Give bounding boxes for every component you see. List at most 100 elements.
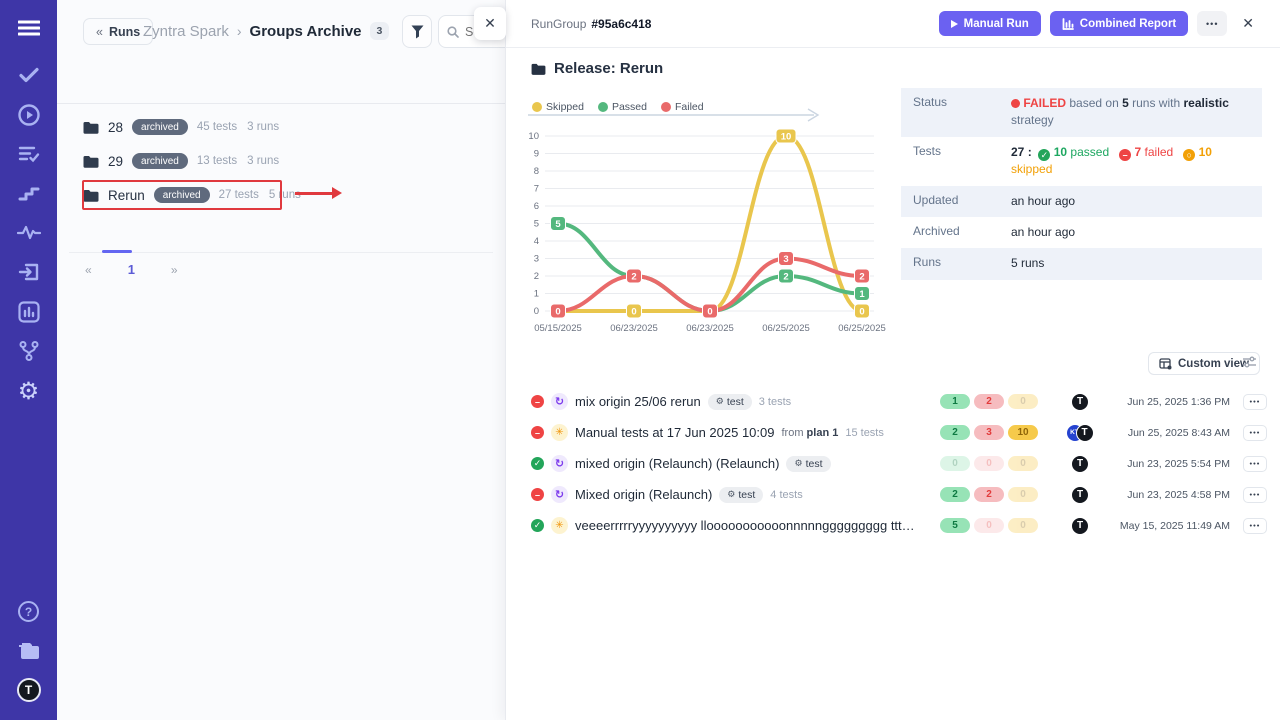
check-icon[interactable] xyxy=(0,63,57,87)
detail-header: RunGroup #95a6c418 Manual Run Combined R… xyxy=(506,0,1280,48)
menu-icon[interactable] xyxy=(0,14,57,42)
manual-run-label: Manual Run xyxy=(964,18,1029,30)
runs-label: Runs xyxy=(901,248,1011,279)
run-title[interactable]: veeeerrrrryyyyyyyyyy llooooooooooonnnnng… xyxy=(575,518,915,533)
updated-value: an hour ago xyxy=(1011,186,1262,217)
more-actions-button[interactable]: ••• xyxy=(1197,11,1227,36)
run-menu-button[interactable]: ••• xyxy=(1243,394,1267,410)
breadcrumb-project[interactable]: Zyntra Spark xyxy=(143,23,229,40)
group-name: 28 xyxy=(108,120,123,135)
header-divider xyxy=(57,103,505,104)
svg-text:3: 3 xyxy=(783,254,788,265)
passed-count-badge: 1 xyxy=(940,394,970,409)
svg-text:2: 2 xyxy=(534,271,539,282)
run-title[interactable]: mix origin 25/06 rerun xyxy=(575,394,701,409)
run-row-1[interactable]: – ↻ mix origin 25/06 rerun ⚙test 3 tests… xyxy=(531,386,1267,417)
dots-icon: ••• xyxy=(1250,521,1261,530)
svg-text:2: 2 xyxy=(859,272,864,283)
failed-count-badge: 3 xyxy=(974,425,1004,440)
run-row-2[interactable]: – ✳ Manual tests at 17 Jun 2025 10:09 fr… xyxy=(531,417,1267,448)
combined-report-button[interactable]: Combined Report xyxy=(1050,11,1188,36)
dots-icon: ••• xyxy=(1250,397,1261,406)
run-tag-test[interactable]: ⚙test xyxy=(708,394,752,410)
table-view-icon xyxy=(1159,358,1172,370)
info-row-runs: Runs 5 runs xyxy=(901,248,1262,279)
run-tag-test[interactable]: ⚙test xyxy=(719,487,763,503)
run-avatars: KTT xyxy=(1049,424,1111,442)
run-tests-count: 4 tests xyxy=(770,489,802,501)
group-tests-count: 27 tests xyxy=(219,189,259,201)
run-failed-icon: – xyxy=(531,395,544,408)
list-check-icon[interactable] xyxy=(0,142,57,166)
svg-text:0: 0 xyxy=(631,307,636,318)
combined-report-label: Combined Report xyxy=(1080,18,1176,30)
run-avatars: T xyxy=(1049,486,1111,504)
avatar: T xyxy=(1071,517,1089,535)
runs-trend-chart: Skipped Passed Failed 01234567891005/15/… xyxy=(518,96,906,346)
passed-check-icon: ✓ xyxy=(1038,149,1050,161)
archived-badge: archived xyxy=(132,153,188,169)
svg-text:8: 8 xyxy=(534,166,539,177)
play-circle-icon[interactable] xyxy=(0,102,57,128)
pagination-prev-button[interactable]: « xyxy=(79,261,98,279)
run-title[interactable]: Mixed origin (Relaunch) xyxy=(575,487,712,502)
failed-minus-icon: – xyxy=(1119,149,1131,161)
svg-text:06/23/2025: 06/23/2025 xyxy=(610,323,658,334)
avatar: T xyxy=(1071,393,1089,411)
release-title: Release: Rerun xyxy=(531,60,663,77)
run-from-plan[interactable]: from plan 1 xyxy=(781,427,838,439)
skipped-circle-icon: ○ xyxy=(1183,149,1195,161)
manual-run-button[interactable]: Manual Run xyxy=(939,11,1041,36)
bar-chart-icon[interactable] xyxy=(0,299,57,325)
svg-text:05/15/2025: 05/15/2025 xyxy=(534,323,582,334)
view-settings-button[interactable] xyxy=(1242,355,1257,374)
info-row-status: Status FAILED based on 5 runs with reali… xyxy=(901,88,1262,137)
run-passed-icon: ✓ xyxy=(531,519,544,532)
legend-skipped[interactable]: Skipped xyxy=(532,101,584,113)
folder-icon[interactable] xyxy=(0,638,57,664)
detail-close-button[interactable]: ✕ xyxy=(1236,11,1260,36)
run-type-rerun-icon: ↻ xyxy=(551,393,568,410)
help-icon[interactable]: ? xyxy=(0,598,57,624)
group-row-29[interactable]: 29 archived 13 tests3 runs xyxy=(83,146,279,176)
user-avatar[interactable]: T xyxy=(0,676,57,704)
run-date: Jun 23, 2025 4:58 PM xyxy=(1118,489,1230,501)
group-tests-count: 45 tests xyxy=(197,121,237,133)
archived-badge: archived xyxy=(132,119,188,135)
filter-button[interactable] xyxy=(402,15,432,48)
legend-failed[interactable]: Failed xyxy=(661,101,704,113)
run-result-badges: 0 0 0 xyxy=(940,456,1042,471)
panel-close-button[interactable]: ✕ xyxy=(474,7,506,40)
run-menu-button[interactable]: ••• xyxy=(1243,518,1267,534)
svg-text:1: 1 xyxy=(859,289,865,300)
pagination-page-1[interactable]: 1 xyxy=(122,260,141,279)
run-row-4[interactable]: – ↻ Mixed origin (Relaunch) ⚙test 4 test… xyxy=(531,479,1267,510)
pulse-icon[interactable] xyxy=(0,220,57,244)
svg-text:06/25/2025: 06/25/2025 xyxy=(762,323,810,334)
run-avatars: T xyxy=(1049,517,1111,535)
pagination-next-button[interactable]: » xyxy=(165,261,184,279)
gear-icon: ⚙ xyxy=(727,489,735,500)
legend-passed[interactable]: Passed xyxy=(598,101,647,113)
skipped-count-badge: 0 xyxy=(1008,518,1038,533)
run-menu-button[interactable]: ••• xyxy=(1243,425,1267,441)
git-branch-icon[interactable] xyxy=(0,339,57,363)
run-tag-test[interactable]: ⚙test xyxy=(786,456,830,472)
failed-dot-icon xyxy=(1011,99,1020,108)
run-type-manual-icon: ✳ xyxy=(551,517,568,534)
run-menu-button[interactable]: ••• xyxy=(1243,456,1267,472)
run-title[interactable]: mixed origin (Relaunch) (Relaunch) xyxy=(575,456,779,471)
run-row-5[interactable]: ✓ ✳ veeeerrrrryyyyyyyyyy llooooooooooonn… xyxy=(531,510,1267,541)
back-chevrons-icon: « xyxy=(96,25,103,39)
group-row-28[interactable]: 28 archived 45 tests3 runs xyxy=(83,112,279,142)
run-menu-button[interactable]: ••• xyxy=(1243,487,1267,503)
gear-icon[interactable]: ⚙ xyxy=(0,377,57,405)
run-title[interactable]: Manual tests at 17 Jun 2025 10:09 xyxy=(575,425,774,440)
group-runs-count: 3 runs xyxy=(247,155,279,167)
steps-icon[interactable] xyxy=(0,181,57,205)
run-row-3[interactable]: ✓ ↻ mixed origin (Relaunch) (Relaunch) ⚙… xyxy=(531,448,1267,479)
sign-in-icon[interactable] xyxy=(0,259,57,285)
groups-count-badge: 3 xyxy=(370,22,390,40)
group-row-rerun[interactable]: Rerun archived 27 tests5 runs xyxy=(83,180,301,210)
svg-text:?: ? xyxy=(25,605,32,619)
